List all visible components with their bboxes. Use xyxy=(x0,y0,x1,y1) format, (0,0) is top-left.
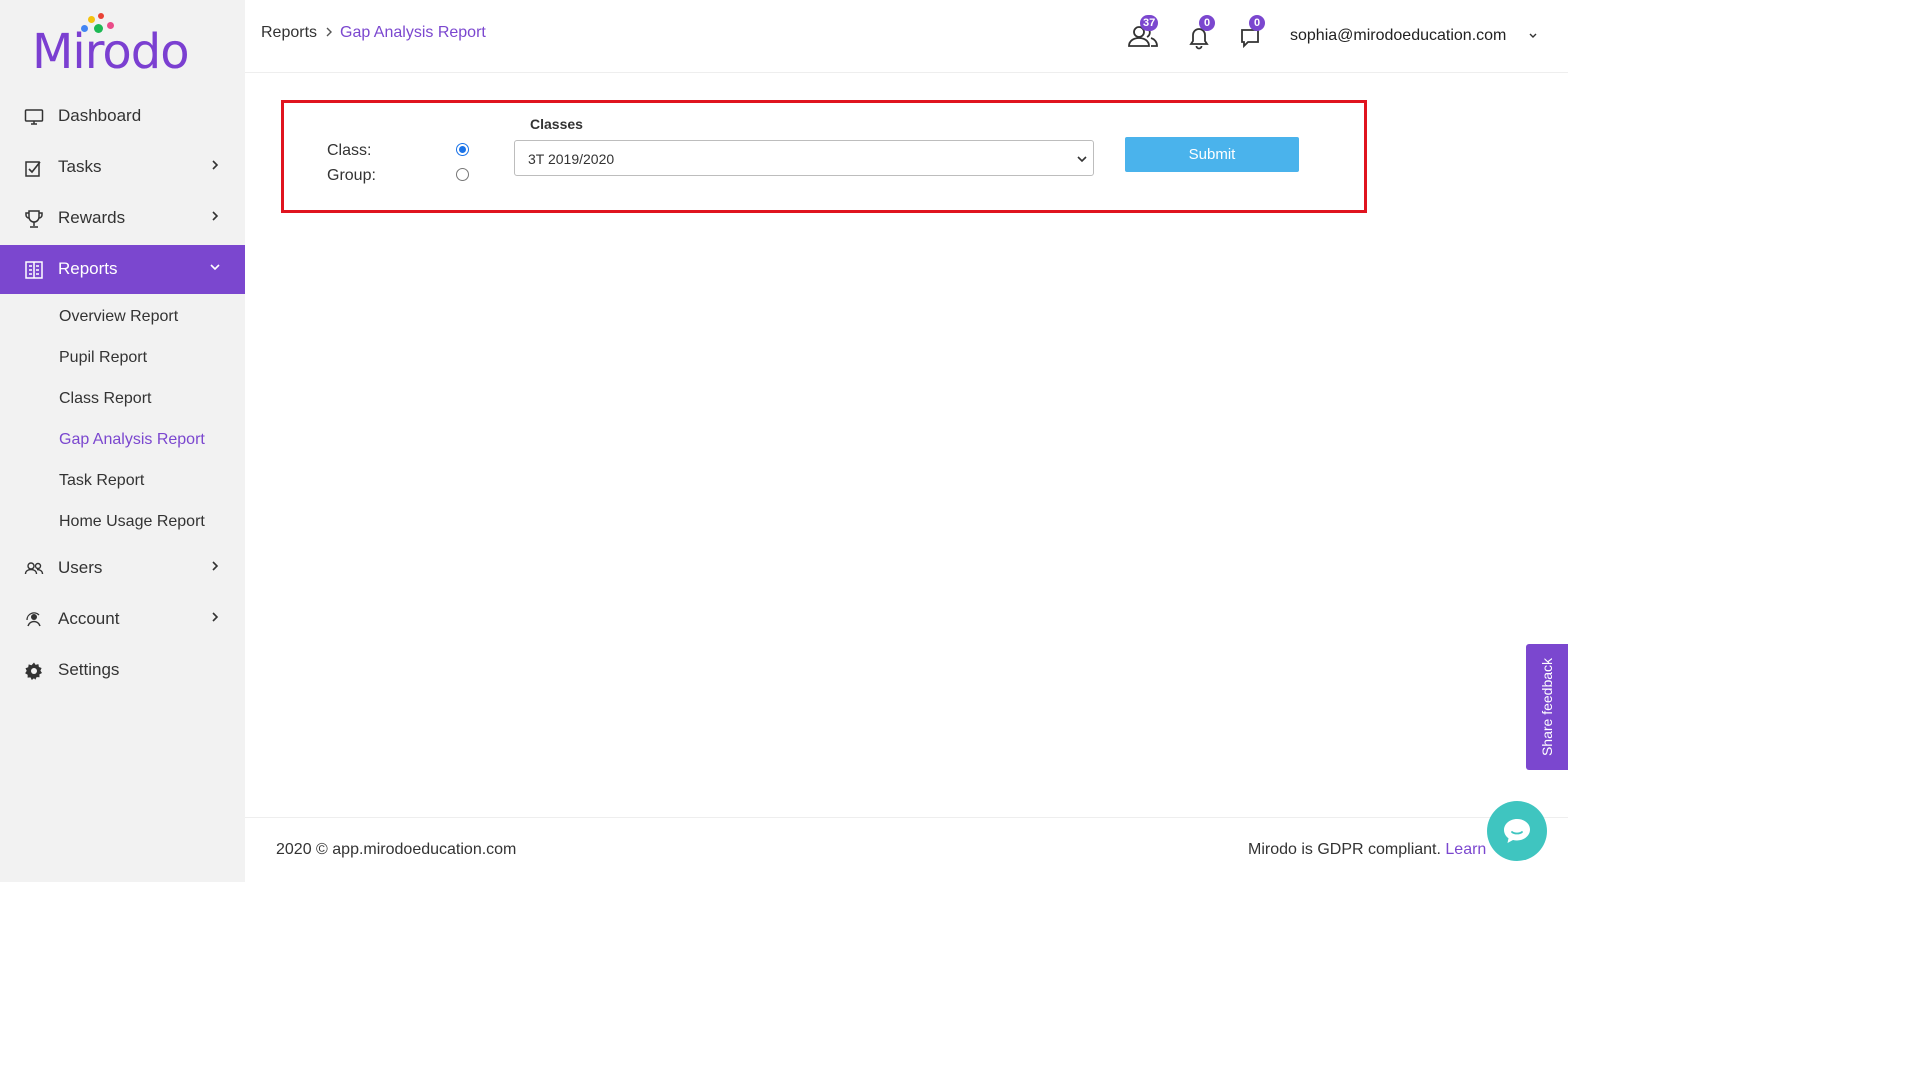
sidebar-item-label: Reports xyxy=(58,259,118,278)
gdpr-notice: Mirodo is GDPR compliant. Learn xyxy=(1248,841,1486,859)
gdpr-text: Mirodo is GDPR compliant. xyxy=(1248,841,1441,858)
chevron-right-icon xyxy=(212,211,219,221)
sidebar-item-label: Account xyxy=(58,609,120,628)
sidebar-item-settings[interactable]: Settings xyxy=(0,646,245,695)
user-menu[interactable]: sophia@mirodoeducation.com xyxy=(1290,27,1506,45)
class-radio-label: Class: xyxy=(327,142,372,159)
subnav-pupil-report[interactable]: Pupil Report xyxy=(59,349,147,367)
chevron-down-icon xyxy=(1077,156,1087,163)
logo-text: Mirodo xyxy=(32,24,190,80)
group-radio-label: Group: xyxy=(327,167,376,184)
sidebar-item-label: Tasks xyxy=(58,157,102,176)
sidebar-item-label: Settings xyxy=(58,660,120,679)
account-icon xyxy=(26,612,41,627)
logo-dot xyxy=(107,22,114,29)
topbar: Reports Gap Analysis Report 37 0 0 sophi… xyxy=(245,0,1568,73)
sidebar-item-reports[interactable]: Reports xyxy=(0,245,245,294)
breadcrumb-current: Gap Analysis Report xyxy=(340,24,486,41)
logo-dot xyxy=(81,25,88,32)
sidebar-item-label: Dashboard xyxy=(58,106,142,125)
chevron-right-icon xyxy=(212,160,219,170)
users-notification-button[interactable]: 37 xyxy=(1127,15,1161,50)
chevron-down-icon xyxy=(210,264,220,271)
trophy-icon xyxy=(25,210,43,228)
messages-badge: 0 xyxy=(1249,15,1265,31)
tasks-icon xyxy=(25,161,41,177)
chat-launcher-button[interactable] xyxy=(1487,801,1547,861)
sidebar-item-label: Users xyxy=(58,558,103,577)
logo-dot xyxy=(88,16,95,23)
gdpr-learn-link[interactable]: Learn xyxy=(1445,841,1486,858)
notifications-badge: 0 xyxy=(1199,15,1215,31)
subnav-class-report[interactable]: Class Report xyxy=(59,390,151,408)
chevron-down-icon[interactable] xyxy=(1528,32,1538,40)
monitor-icon xyxy=(24,109,44,125)
mirodo-logo[interactable]: Mirodo xyxy=(32,13,192,80)
sidebar-item-tasks[interactable]: Tasks xyxy=(0,143,245,192)
chevron-right-icon xyxy=(212,612,219,622)
messages-button[interactable]: 0 xyxy=(1239,15,1265,52)
notifications-button[interactable]: 0 xyxy=(1188,15,1215,52)
share-feedback-label: Share feedback xyxy=(1539,657,1555,757)
sidebar-item-rewards[interactable]: Rewards xyxy=(0,194,245,243)
gear-icon xyxy=(25,662,42,680)
breadcrumb-reports[interactable]: Reports xyxy=(261,24,317,42)
footer: 2020 © app.mirodoeducation.com Mirodo is… xyxy=(245,817,1568,883)
chevron-right-icon xyxy=(326,27,332,37)
sidebar-item-label: Rewards xyxy=(58,208,126,227)
sidebar-item-dashboard[interactable]: Dashboard xyxy=(0,92,245,141)
users-badge: 37 xyxy=(1140,15,1159,31)
users-icon xyxy=(24,562,44,575)
share-feedback-tab[interactable]: Share feedback xyxy=(1526,644,1568,770)
sidebar: Mirodo Dashboard Tasks Rewards Reports O… xyxy=(0,0,245,882)
logo-dot xyxy=(94,24,103,33)
subnav-gap-analysis-report[interactable]: Gap Analysis Report xyxy=(59,431,205,449)
classes-select[interactable]: 3T 2019/2020 xyxy=(514,140,1094,176)
classes-label: Classes xyxy=(530,116,583,132)
logo-dot xyxy=(98,13,104,19)
reports-icon xyxy=(25,261,43,279)
sidebar-item-users[interactable]: Users xyxy=(0,544,245,593)
group-radio[interactable] xyxy=(456,168,469,181)
subnav-overview-report[interactable]: Overview Report xyxy=(59,308,178,326)
chevron-right-icon xyxy=(212,561,219,571)
sidebar-item-account[interactable]: Account xyxy=(0,595,245,644)
class-radio[interactable] xyxy=(456,143,469,156)
subnav-home-usage-report[interactable]: Home Usage Report xyxy=(59,513,205,531)
chat-bubble-icon xyxy=(1504,819,1530,843)
subnav-task-report[interactable]: Task Report xyxy=(59,472,144,490)
footer-copyright: 2020 © app.mirodoeducation.com xyxy=(276,841,517,858)
submit-button[interactable]: Submit xyxy=(1125,137,1299,172)
classes-select-value: 3T 2019/2020 xyxy=(528,151,615,167)
